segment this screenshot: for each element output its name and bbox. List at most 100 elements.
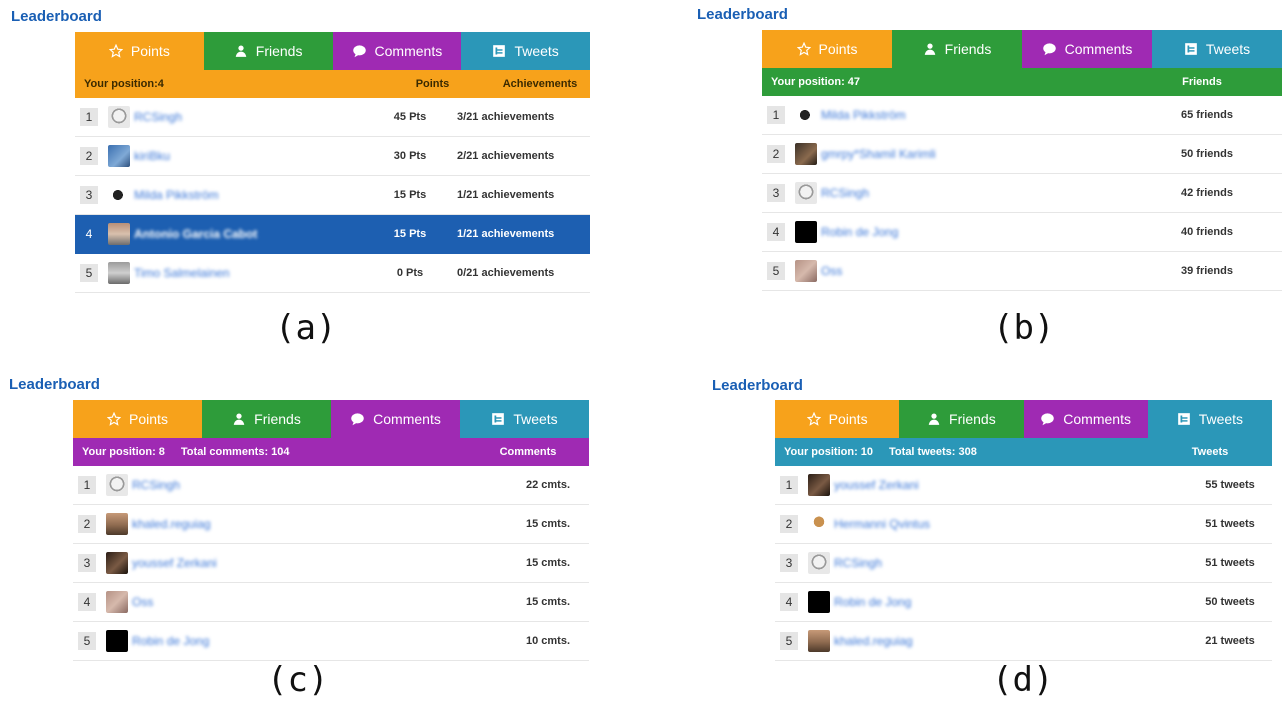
achievements-value: 1/21 achievements [457, 228, 555, 240]
table-row: 2 kiriBku 30 Pts 2/21 achievements [75, 137, 590, 176]
leaderboard-rows: 1 Milda Pikkström 65 friends 2 gmrpy*Sha… [762, 96, 1282, 291]
user-name-link[interactable]: youssef Zerkani [834, 478, 919, 492]
tab-label: Tweets [1205, 41, 1251, 57]
user-name-link[interactable]: Timo Salmelainen [134, 266, 230, 280]
user-name-link[interactable]: Robin de Jong [821, 225, 898, 239]
tab-friends[interactable]: Friends [899, 400, 1024, 438]
tab-comments[interactable]: Comments [331, 400, 460, 438]
achievements-value: 1/21 achievements [457, 189, 555, 201]
avatar [795, 143, 817, 165]
tab-tweets[interactable]: Tweets [1147, 400, 1272, 438]
caption-a: (a) [275, 308, 337, 348]
rank-number: 5 [767, 262, 785, 280]
person-icon [232, 412, 246, 426]
tab-friends[interactable]: Friends [892, 30, 1022, 68]
table-row: 5 Timo Salmelainen 0 Pts 0/21 achievemen… [75, 254, 590, 293]
tab-tweets[interactable]: Tweets [461, 32, 590, 70]
tab-label: Points [828, 411, 868, 427]
tab-friends[interactable]: Friends [203, 32, 333, 70]
user-name-link[interactable]: khaled.reguiag [132, 517, 211, 531]
avatar [106, 513, 128, 535]
speech-bubble-icon [1040, 412, 1055, 426]
user-name-link[interactable]: youssef Zerkani [132, 556, 217, 570]
user-name-link[interactable]: Oss [821, 264, 842, 278]
table-row: 3 RCSingh 42 friends [762, 174, 1282, 213]
avatar [106, 591, 128, 613]
user-name-link[interactable]: khaled.reguiag [834, 634, 913, 648]
tab-tweets[interactable]: Tweets [1152, 30, 1282, 68]
user-name-link[interactable]: Robin de Jong [132, 634, 209, 648]
column-header-friends: Friends [1182, 76, 1222, 88]
leaderboard-a: Points Friends Comments Tweets Your posi… [75, 32, 590, 293]
tab-comments[interactable]: Comments [1022, 30, 1152, 68]
user-name-link[interactable]: Oss [132, 595, 153, 609]
rank-number: 3 [780, 554, 798, 572]
avatar [795, 104, 817, 126]
table-row: 1 Milda Pikkström 65 friends [762, 96, 1282, 135]
tab-tweets[interactable]: Tweets [460, 400, 589, 438]
tweet-box-icon [1177, 412, 1191, 426]
info-bar: Your position: 47 Friends [762, 68, 1282, 96]
avatar [108, 262, 130, 284]
tweet-box-icon [1184, 42, 1198, 56]
table-row: 5 Robin de Jong 10 cmts. [73, 622, 589, 661]
star-icon [107, 412, 122, 426]
achievements-value: 2/21 achievements [457, 150, 555, 162]
person-icon [234, 44, 248, 58]
column-header-tweets: Tweets [1191, 446, 1229, 458]
achievements-value: 3/21 achievements [457, 111, 555, 123]
user-name-link[interactable]: Robin de Jong [834, 595, 911, 609]
friends-value: 42 friends [1181, 187, 1233, 199]
rank-number: 4 [767, 223, 785, 241]
caption-d: (d) [992, 660, 1054, 700]
tab-points[interactable]: Points [73, 400, 202, 438]
friends-value: 39 friends [1181, 265, 1233, 277]
user-name-link[interactable]: RCSingh [834, 556, 882, 570]
user-name-link[interactable]: Hermanni Qvintus [834, 517, 930, 531]
user-name-link[interactable]: Milda Pikkström [134, 188, 219, 202]
tab-label: Tweets [514, 43, 559, 59]
avatar [808, 552, 830, 574]
tab-friends[interactable]: Friends [202, 400, 331, 438]
tab-comments[interactable]: Comments [332, 32, 462, 70]
table-row: 4 Robin de Jong 40 friends [762, 213, 1282, 252]
tab-points[interactable]: Points [75, 32, 204, 70]
user-name-link[interactable]: RCSingh [132, 478, 180, 492]
tab-bar: Points Friends Comments Tweets [73, 400, 589, 438]
info-bar: Your position:4 Points Achievements [75, 70, 590, 98]
tab-label: Comments [1063, 411, 1131, 427]
avatar [106, 552, 128, 574]
user-name-link[interactable]: gmrpy*Shamil Karimli [821, 147, 936, 161]
points-value: 30 Pts [393, 150, 427, 162]
avatar [108, 223, 130, 245]
tab-bar: Points Friends Comments Tweets [762, 30, 1282, 68]
leaderboard-d: Points Friends Comments Tweets Your posi… [775, 400, 1272, 661]
tab-points[interactable]: Points [762, 30, 892, 68]
rank-number: 1 [80, 108, 98, 126]
your-position: Your position:4 [84, 78, 164, 90]
user-name-link[interactable]: RCSingh [821, 186, 869, 200]
total-comments: Total comments: 104 [180, 446, 290, 458]
user-name-link[interactable]: kiriBku [134, 149, 170, 163]
speech-bubble-icon [1042, 42, 1057, 56]
rank-number: 1 [78, 476, 96, 494]
tab-label: Points [130, 43, 170, 59]
speech-bubble-icon [350, 412, 365, 426]
person-icon [927, 412, 941, 426]
avatar [795, 182, 817, 204]
tab-comments[interactable]: Comments [1023, 400, 1148, 438]
leaderboard-b: Points Friends Comments Tweets Your posi… [762, 30, 1282, 291]
user-name-link[interactable]: Antonio Garcia Cabot [134, 227, 257, 241]
column-header-achievements: Achievements [502, 78, 578, 90]
tweet-box-icon [491, 412, 505, 426]
user-name-link[interactable]: Milda Pikkström [821, 108, 906, 122]
tweets-value: 21 tweets [1205, 635, 1255, 647]
points-value: 15 Pts [393, 228, 427, 240]
tab-label: Friends [255, 43, 303, 59]
user-name-link[interactable]: RCSingh [134, 110, 182, 124]
avatar [795, 260, 817, 282]
tab-points[interactable]: Points [775, 400, 900, 438]
star-icon [108, 44, 123, 58]
table-row: 1 RCSingh 22 cmts. [73, 466, 589, 505]
leaderboard-title-a: Leaderboard [11, 8, 102, 25]
